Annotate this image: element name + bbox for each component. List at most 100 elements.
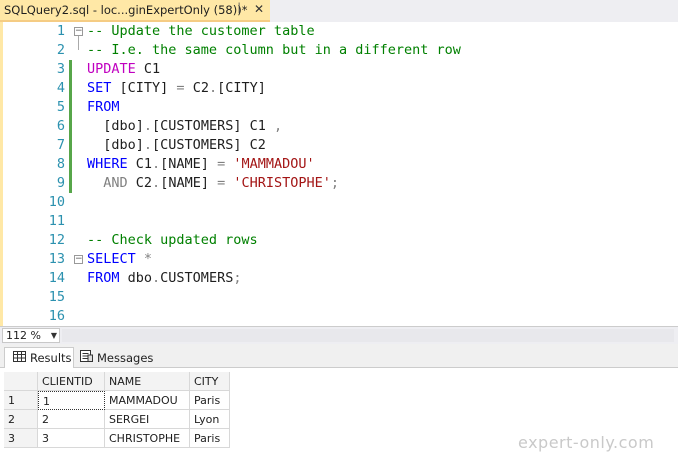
tab-messages[interactable]: Messages	[80, 347, 156, 368]
column-header[interactable]: CLIENTID	[38, 372, 105, 391]
code-token: [CITY]	[111, 80, 177, 96]
code-token: .	[208, 80, 218, 96]
change-indicator-bar	[69, 60, 72, 193]
code-token: .	[152, 175, 161, 191]
code-token: CUSTOMERS	[160, 270, 234, 286]
table-cell[interactable]: Lyon	[190, 410, 230, 429]
code-token: WHERE	[87, 156, 128, 172]
code-line[interactable]: WHERE C1.[NAME] = 'MAMMADOU'	[87, 155, 315, 174]
code-token: C2	[184, 80, 209, 96]
code-token: [CITY]	[217, 80, 266, 96]
horizontal-scrollbar[interactable]	[62, 329, 674, 342]
collapse-icon[interactable]: −	[74, 27, 83, 36]
code-token: dbo	[119, 270, 153, 286]
line-number: 12	[48, 232, 65, 248]
line-number: 7	[56, 137, 65, 153]
code-token: .	[143, 118, 153, 134]
table-cell[interactable]: Paris	[190, 429, 230, 448]
code-line[interactable]: [dbo].[CUSTOMERS] C1 ,	[87, 117, 282, 136]
table-cell[interactable]: MAMMADOU	[105, 391, 190, 410]
code-token: =	[217, 156, 226, 172]
code-token: FROM	[87, 270, 120, 286]
code-token: AND	[103, 175, 128, 191]
row-header[interactable]: 1	[4, 391, 38, 410]
line-number: 5	[56, 99, 65, 115]
code-token: =	[217, 175, 226, 191]
code-line[interactable]: -- I.e. the same column but in a differe…	[87, 41, 461, 60]
line-number: 9	[56, 175, 65, 191]
code-token: UPDATE	[87, 61, 136, 77]
code-token: C1	[135, 61, 161, 77]
code-token: ,	[273, 118, 283, 134]
code-token: FROM	[87, 99, 120, 115]
line-number: 13	[48, 251, 65, 267]
document-tab[interactable]: SQLQuery2.sql - loc...ginExpertOnly (58)…	[0, 0, 270, 22]
document-tab-title: SQLQuery2.sql - loc...ginExpertOnly (58)…	[4, 3, 248, 17]
results-tab-strip: Results Messages	[0, 344, 678, 368]
code-line[interactable]: FROM dbo.CUSTOMERS;	[87, 269, 241, 288]
code-token: [NAME]	[160, 156, 218, 172]
code-token: 'CHRISTOPHE'	[233, 175, 331, 191]
line-number: 8	[56, 156, 65, 172]
zoom-dropdown[interactable]: 112 % ▼	[2, 328, 60, 343]
table-cell[interactable]: 1	[38, 391, 105, 410]
close-icon[interactable]: ✕	[254, 2, 264, 16]
row-header[interactable]: 3	[4, 429, 38, 448]
line-number: 2	[56, 42, 65, 58]
code-token: ;	[330, 175, 340, 191]
code-token: ;	[233, 270, 242, 286]
code-token: [CUSTOMERS] C2	[152, 137, 266, 153]
table-cell[interactable]: 3	[38, 429, 105, 448]
code-token: -- Update the customer table	[87, 23, 315, 39]
line-number: 3	[56, 61, 65, 77]
line-number: 15	[48, 289, 65, 305]
query-editor[interactable]: 1 2 3 4 5 6 7 8 9 10 11 12 13 14 15 16 -- Update the cu…	[0, 22, 678, 326]
collapse-icon[interactable]: −	[74, 255, 83, 264]
column-header[interactable]: NAME	[105, 372, 190, 391]
code-token: *	[143, 251, 153, 267]
watermark: expert-only.com	[518, 433, 655, 452]
code-token: [dbo]	[87, 118, 144, 134]
fold-guide	[78, 36, 79, 50]
table-cell[interactable]: Paris	[190, 391, 230, 410]
code-line[interactable]: SELECT *	[87, 250, 152, 269]
grid-corner	[4, 372, 38, 391]
table-cell[interactable]: CHRISTOPHE	[105, 429, 190, 448]
code-token: C1	[127, 156, 153, 172]
code-line[interactable]: UPDATE C1	[87, 60, 160, 79]
code-token: 'MAMMADOU'	[233, 156, 315, 172]
grid-icon	[13, 351, 26, 365]
code-line[interactable]: [dbo].[CUSTOMERS] C2	[87, 136, 266, 155]
code-token: .	[152, 270, 161, 286]
line-number: 14	[48, 270, 65, 286]
column-header[interactable]: CITY	[190, 372, 230, 391]
code-token: =	[176, 80, 185, 96]
code-token: .	[152, 156, 161, 172]
line-number: 16	[48, 308, 65, 324]
code-token: [CUSTOMERS] C1	[152, 118, 274, 134]
document-tab-strip: SQLQuery2.sql - loc...ginExpertOnly (58)…	[0, 0, 678, 22]
code-token: SET	[87, 80, 112, 96]
code-token: -- Check updated rows	[87, 232, 258, 248]
code-token: .	[143, 137, 153, 153]
line-number: 1	[56, 23, 65, 39]
line-number: 11	[48, 213, 65, 229]
table-cell[interactable]: 2	[38, 410, 105, 429]
code-line[interactable]: FROM	[87, 98, 120, 117]
line-number: 10	[48, 194, 65, 210]
line-number: 6	[56, 118, 65, 134]
line-number: 4	[56, 80, 65, 96]
code-line[interactable]: SET [CITY] = C2.[CITY]	[87, 79, 266, 98]
code-line[interactable]: -- Check updated rows	[87, 231, 258, 250]
tab-results[interactable]: Results	[4, 347, 74, 368]
code-token: [dbo]	[87, 137, 144, 153]
table-cell[interactable]: SERGEI	[105, 410, 190, 429]
pin-icon[interactable]: ⎢	[238, 4, 243, 14]
row-header[interactable]: 2	[4, 410, 38, 429]
tab-messages-label: Messages	[97, 350, 154, 365]
code-line[interactable]: AND C2.[NAME] = 'CHRISTOPHE';	[87, 174, 339, 193]
code-token: C2	[127, 175, 153, 191]
code-line[interactable]: -- Update the customer table	[87, 22, 315, 41]
